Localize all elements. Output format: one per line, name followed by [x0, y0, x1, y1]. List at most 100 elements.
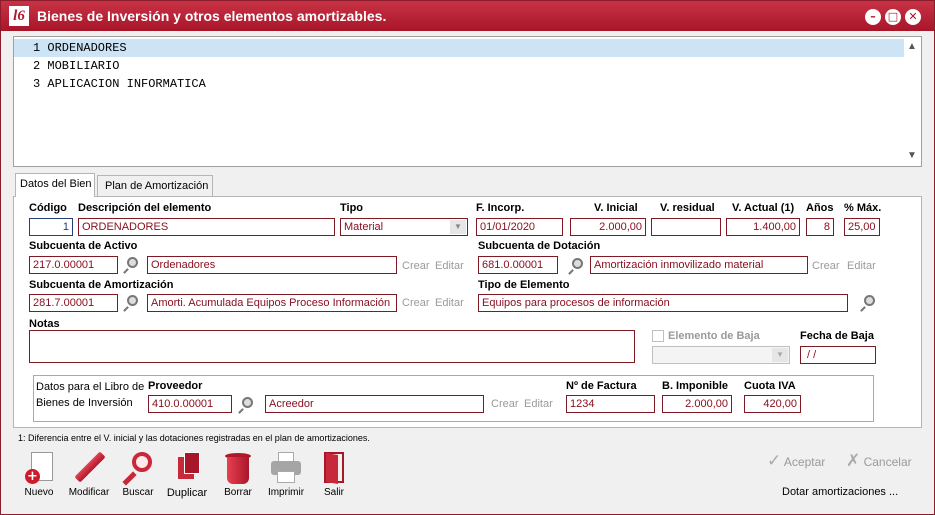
bimponible-field[interactable]: 2.000,00 — [662, 395, 732, 413]
imprimir-label: Imprimir — [267, 487, 305, 498]
aceptar-label: Aceptar — [783, 455, 826, 469]
modificar-label: Modificar — [68, 487, 110, 498]
crear-link[interactable]: Crear — [402, 297, 430, 309]
aceptar-button[interactable]: ✓ Aceptar — [767, 451, 825, 471]
list-item[interactable]: 3 APLICACION INFORMATICA — [14, 75, 905, 93]
sub-amort-field[interactable]: 281.7.00001 — [29, 294, 118, 312]
proveedor-desc[interactable]: Acreedor — [265, 395, 484, 413]
crear-link[interactable]: Crear — [402, 260, 430, 272]
proveedor-label: Proveedor — [148, 380, 203, 392]
baja-label: Elemento de Baja — [668, 330, 760, 342]
search-icon[interactable] — [859, 295, 875, 312]
sub-dotacion-field[interactable]: 681.0.00001 — [478, 256, 558, 274]
scroll-up-icon[interactable]: ▲ — [907, 41, 917, 52]
main-window: l6 Bienes de Inversión y otros elementos… — [0, 0, 935, 515]
notas-label: Notas — [29, 318, 60, 330]
fecha-baja-field[interactable]: / / — [800, 346, 876, 364]
cuota-field[interactable]: 420,00 — [744, 395, 801, 413]
cancelar-button[interactable]: ✗ Cancelar — [846, 451, 912, 471]
borrar-label: Borrar — [224, 487, 252, 498]
codigo-field[interactable]: 1 — [29, 218, 73, 236]
exit-door-icon — [317, 451, 351, 485]
factura-field[interactable]: 1234 — [566, 395, 655, 413]
chevron-down-icon[interactable]: ▼ — [450, 220, 466, 234]
factura-label: Nº de Factura — [566, 380, 637, 392]
tipo-value: Material — [344, 221, 384, 233]
salir-label: Salir — [323, 487, 344, 498]
anos-label: Años — [806, 202, 834, 214]
duplicar-label: Duplicar — [166, 487, 208, 499]
descripcion-label: Descripción del elemento — [78, 202, 212, 214]
baja-checkbox[interactable] — [652, 330, 664, 342]
vactual-label: V. Actual (1) — [732, 202, 795, 214]
dotar-amortizaciones-button[interactable]: Dotar amortizaciones ... — [782, 486, 898, 498]
buscar-button[interactable]: Buscar — [119, 451, 157, 498]
bimponible-label: B. Imponible — [662, 380, 728, 392]
crear-link[interactable]: Crear — [812, 260, 840, 272]
sub-activo-field[interactable]: 217.0.00001 — [29, 256, 118, 274]
search-icon[interactable] — [237, 397, 253, 414]
editar-link[interactable]: Editar — [435, 260, 464, 272]
sub-dotacion-desc[interactable]: Amortización inmovilizado material — [590, 256, 808, 274]
pencil-icon — [72, 451, 106, 485]
vinicial-field[interactable]: 2.000,00 — [570, 218, 646, 236]
asset-list[interactable]: 1 ORDENADORES 2 MOBILIARIO 3 APLICACION … — [13, 36, 922, 167]
sub-activo-desc[interactable]: Ordenadores — [147, 256, 397, 274]
crear-link[interactable]: Crear — [491, 398, 519, 410]
minimize-icon[interactable]: – — [865, 9, 881, 25]
editar-link[interactable]: Editar — [847, 260, 876, 272]
check-icon: ✓ — [767, 451, 782, 470]
trash-icon — [221, 451, 255, 485]
imprimir-button[interactable]: Imprimir — [264, 451, 308, 498]
search-icon[interactable] — [567, 258, 583, 275]
search-icon[interactable] — [122, 295, 138, 312]
tab-datos-del-bien[interactable]: Datos del Bien — [15, 173, 95, 197]
editar-link[interactable]: Editar — [524, 398, 553, 410]
duplicate-icon — [170, 451, 204, 485]
salir-button[interactable]: Salir — [315, 451, 353, 498]
maximize-icon[interactable]: □ — [885, 9, 901, 25]
tab-plan-de-amortizacion[interactable]: Plan de Amortización — [97, 175, 213, 197]
search-icon[interactable] — [122, 257, 138, 274]
libro-label-line2: Bienes de Inversión — [36, 397, 133, 409]
fincorp-label: F. Incorp. — [476, 202, 525, 214]
new-document-icon: + — [22, 451, 56, 485]
close-icon[interactable]: ✕ — [905, 9, 921, 25]
title-bar[interactable]: l6 Bienes de Inversión y otros elementos… — [1, 1, 934, 31]
window-title: Bienes de Inversión y otros elementos am… — [37, 8, 387, 24]
printer-icon — [269, 451, 303, 485]
tipo-elemento-field[interactable]: Equipos para procesos de información — [478, 294, 848, 312]
libro-bienes-group: Datos para el Libro de Bienes de Inversi… — [33, 375, 874, 422]
vinicial-label: V. Inicial — [594, 202, 638, 214]
sub-activo-label: Subcuenta de Activo — [29, 240, 138, 252]
notas-field[interactable] — [29, 330, 635, 363]
duplicar-button[interactable]: Duplicar — [164, 451, 210, 499]
footnote: 1: Diferencia entre el V. inicial y las … — [18, 433, 370, 443]
borrar-button[interactable]: Borrar — [218, 451, 258, 498]
sub-dotacion-label: Subcuenta de Dotación — [478, 240, 601, 252]
sub-amort-desc[interactable]: Amorti. Acumulada Equipos Proceso Inform… — [147, 294, 397, 312]
sub-amort-label: Subcuenta de Amortización — [29, 279, 174, 291]
chevron-down-icon[interactable]: ▼ — [772, 348, 788, 362]
pmax-label: % Máx. — [844, 202, 882, 214]
descripcion-field[interactable]: ORDENADORES — [78, 218, 335, 236]
tipo-label: Tipo — [340, 202, 364, 214]
list-item[interactable]: 2 MOBILIARIO — [14, 57, 905, 75]
anos-field[interactable]: 8 — [806, 218, 834, 236]
list-scrollbar[interactable]: ▲ ▼ — [904, 37, 921, 166]
tipo-select[interactable]: Material ▼ — [340, 218, 468, 236]
vresidual-field[interactable] — [651, 218, 721, 236]
list-item[interactable]: 1 ORDENADORES — [14, 39, 905, 57]
cuota-label: Cuota IVA — [744, 380, 796, 392]
pmax-field[interactable]: 25,00 — [844, 218, 880, 236]
proveedor-field[interactable]: 410.0.00001 — [148, 395, 232, 413]
nuevo-button[interactable]: + Nuevo — [19, 451, 59, 498]
scroll-down-icon[interactable]: ▼ — [907, 150, 917, 161]
fincorp-field[interactable]: 01/01/2020 — [476, 218, 563, 236]
tab-panel: Código 1 Descripción del elemento ORDENA… — [13, 196, 922, 428]
vactual-field[interactable]: 1.400,00 — [726, 218, 800, 236]
cancelar-label: Cancelar — [863, 455, 912, 469]
editar-link[interactable]: Editar — [435, 297, 464, 309]
modificar-button[interactable]: Modificar — [67, 451, 111, 498]
baja-select[interactable]: ▼ — [652, 346, 790, 364]
